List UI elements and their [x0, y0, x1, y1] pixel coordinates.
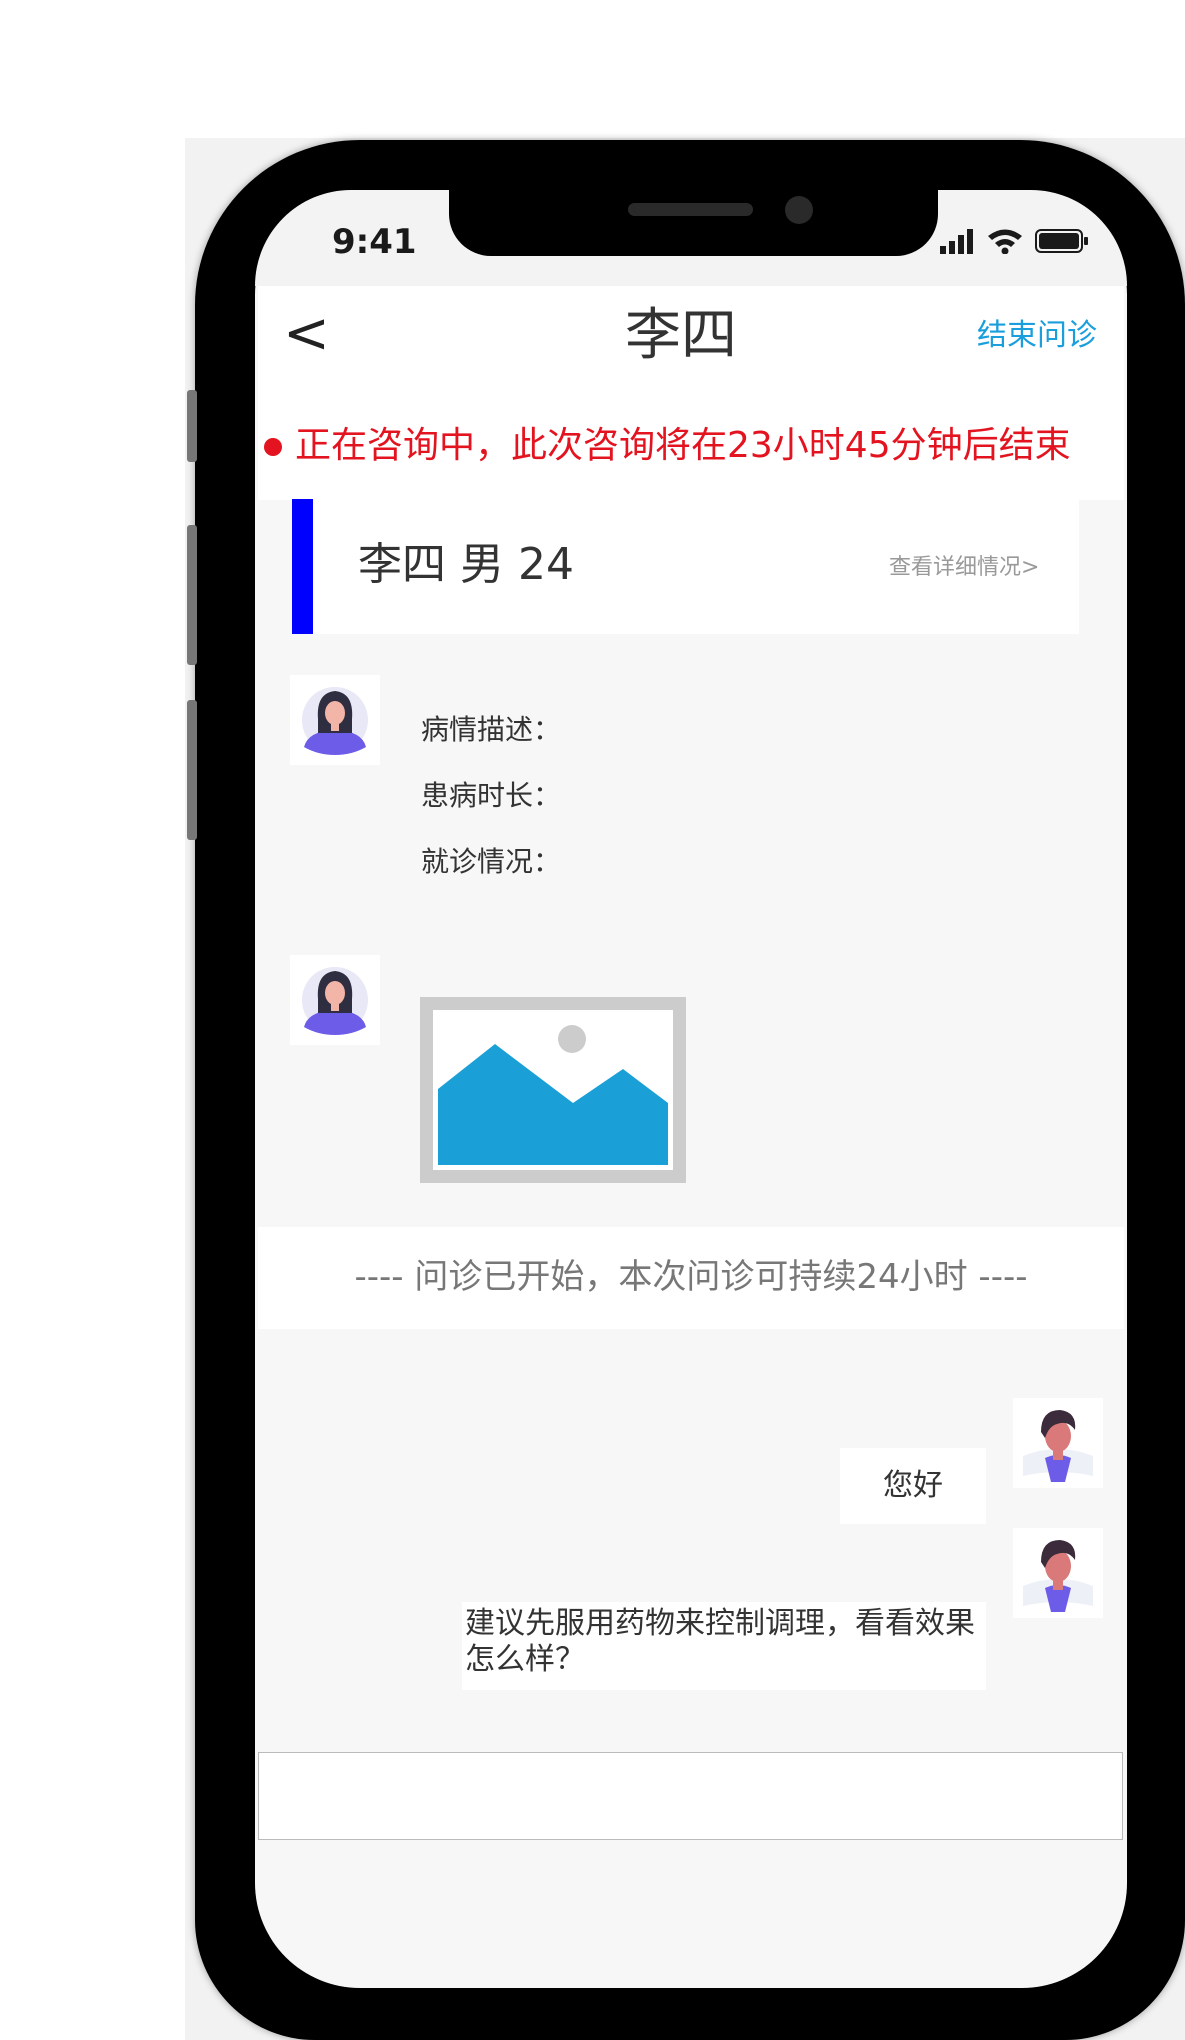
message-input[interactable]	[258, 1752, 1123, 1840]
patient-info: 李四 男 24	[358, 539, 574, 590]
consultation-countdown: 正在咨询中，此次咨询将在23小时45分钟后结束	[295, 425, 1071, 466]
side-button-volume-up	[187, 525, 197, 665]
patient-card-accent	[292, 499, 313, 634]
field-condition-description: 病情描述：	[421, 713, 562, 746]
doctor-avatar-icon	[1013, 1398, 1103, 1488]
end-consultation-button[interactable]: 结束问诊	[977, 318, 1097, 354]
status-dot-icon	[264, 438, 282, 456]
patient-avatar-icon	[290, 675, 380, 765]
doctor-avatar-icon	[1013, 1528, 1103, 1618]
consultation-start-text: ---- 问诊已开始，本次问诊可持续24小时 ----	[354, 1257, 1028, 1297]
front-camera	[785, 196, 813, 224]
page-title: 李四	[625, 303, 737, 368]
view-details-link[interactable]: 查看详细情况>	[889, 554, 1039, 582]
field-illness-duration: 患病时长：	[421, 779, 562, 812]
signal-icon	[940, 229, 973, 254]
wifi-icon	[988, 229, 1022, 254]
side-button-volume-down	[187, 700, 197, 840]
image-placeholder-icon[interactable]	[420, 997, 686, 1183]
side-button-mute	[187, 390, 197, 462]
notch	[449, 190, 938, 256]
patient-avatar-icon	[290, 955, 380, 1045]
battery-icon	[1035, 229, 1088, 253]
field-visit-status: 就诊情况：	[421, 845, 562, 878]
doctor-message-bubble: 建议先服用药物来控制调理，看看效果怎么样？	[462, 1602, 986, 1690]
speaker	[628, 203, 753, 216]
status-time: 9:41	[332, 222, 417, 262]
doctor-message-bubble: 您好	[840, 1448, 986, 1524]
back-arrow[interactable]: <	[283, 302, 330, 366]
